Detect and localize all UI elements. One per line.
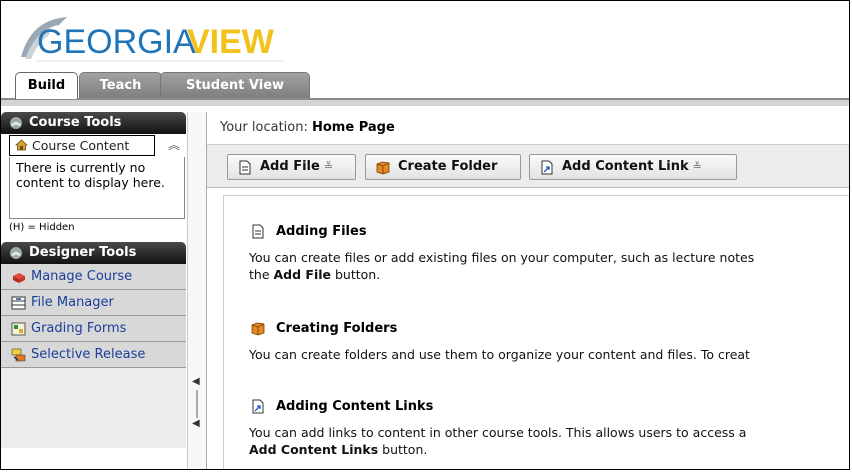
add-file-label: Add File [260, 159, 320, 174]
collapse-left-icon[interactable]: ◀ [192, 376, 200, 387]
course-tools-title: Course Tools [29, 115, 122, 130]
app-window: GEORGIA VIEW Build Teach Student View ︽ … [0, 0, 850, 470]
sidebar-splitter[interactable]: ◀ ◀ [187, 112, 206, 469]
breadcrumb-current: Home Page [312, 120, 395, 135]
sidebar-item-file-manager[interactable]: File Manager [1, 290, 186, 316]
tab-build[interactable]: Build [15, 72, 78, 99]
sidebar-item-label: File Manager [31, 295, 114, 310]
sidebar: ︽ Course Tools Course Content ︽ There is… [1, 112, 186, 469]
section-title: Adding Content Links [249, 398, 746, 416]
dropdown-icon[interactable]: ≚ [324, 160, 333, 173]
file-manager-icon [11, 296, 26, 310]
svg-text:GEORGIA: GEORGIA [37, 23, 196, 61]
body-text: You can add links to content in other co… [249, 425, 747, 440]
section-title: Adding Files [249, 223, 754, 241]
section-title-text: Creating Folders [276, 321, 398, 336]
file-icon [239, 160, 251, 175]
tab-student-view[interactable]: Student View [160, 72, 310, 98]
grading-forms-icon [11, 322, 26, 336]
section-title: Creating Folders [249, 320, 750, 338]
hidden-legend: (H) = Hidden [9, 222, 75, 233]
sidebar-item-label: Grading Forms [31, 321, 127, 336]
sidebar-empty-space [1, 368, 186, 448]
sidebar-item-label: Selective Release [31, 347, 146, 362]
content-link-icon [541, 160, 553, 175]
content-toolbar: Add File ≚ Create Folder Add Content Link… [207, 145, 849, 188]
body-bold: Add Content Links [249, 442, 379, 457]
section-title-text: Adding Content Links [276, 399, 434, 414]
sidebar-item-label: Manage Course [31, 269, 133, 284]
main-content: Your location: Home Page Add File ≚ Creat… [206, 112, 849, 469]
add-content-link-label: Add Content Link [562, 159, 689, 174]
home-icon [15, 139, 28, 151]
file-icon [252, 224, 264, 239]
collapse-left-icon[interactable]: ◀ [192, 418, 200, 429]
section-creating-folders: Creating Folders You can create folders … [249, 320, 750, 363]
svg-text:VIEW: VIEW [187, 23, 275, 61]
breadcrumb-prefix: Your location: [220, 120, 308, 135]
create-folder-button[interactable]: Create Folder [365, 154, 521, 180]
collapse-icon[interactable]: ︽ [10, 247, 22, 259]
help-content: Adding Files You can create files or add… [223, 195, 849, 469]
section-adding-files: Adding Files You can create files or add… [249, 223, 754, 283]
sidebar-item-selective-release[interactable]: Selective Release [1, 342, 186, 368]
manage-course-icon [13, 273, 25, 283]
body-text: the [249, 267, 274, 282]
selective-release-icon [11, 348, 26, 362]
create-folder-label: Create Folder [398, 159, 498, 174]
content-link-icon [252, 399, 264, 414]
designer-tools-header[interactable]: ︽ Designer Tools [1, 242, 186, 264]
add-file-button[interactable]: Add File ≚ [227, 154, 356, 180]
section-body: You can add links to content in other co… [249, 424, 746, 458]
designer-tools-title: Designer Tools [29, 245, 137, 260]
body-text: You can create files or add existing fil… [249, 250, 755, 265]
dropdown-icon[interactable]: ≚ [693, 160, 702, 173]
folder-icon [376, 161, 390, 175]
georgiaview-logo: GEORGIA VIEW [21, 17, 285, 62]
course-content-label: Course Content [32, 138, 130, 153]
course-content-item[interactable]: Course Content [9, 135, 155, 156]
breadcrumb: Your location: Home Page [207, 112, 849, 145]
course-tools-header[interactable]: ︽ Course Tools [1, 112, 186, 134]
section-title-text: Adding Files [276, 224, 367, 239]
add-content-link-button[interactable]: Add Content Link ≚ [529, 154, 737, 180]
section-body: You can create folders and use them to o… [249, 346, 750, 363]
collapse-icon[interactable]: ︽ [10, 117, 22, 129]
body-bold: Add File [273, 267, 332, 282]
body-text: button. [331, 267, 381, 282]
collapse-up-icon[interactable]: ︽ [168, 136, 180, 153]
folder-icon [251, 322, 265, 336]
header-band [1, 100, 849, 106]
section-body: You can create files or add existing fil… [249, 249, 754, 283]
body-text: You can create folders and use them to o… [249, 347, 750, 362]
sidebar-item-grading-forms[interactable]: Grading Forms [1, 316, 186, 342]
sidebar-item-manage-course[interactable]: Manage Course [1, 264, 186, 290]
splitter-grip[interactable] [196, 390, 198, 418]
section-adding-content-links: Adding Content Links You can add links t… [249, 398, 746, 458]
body-text: button. [378, 442, 428, 457]
empty-message: There is currently no content to display… [9, 157, 185, 219]
tab-teach[interactable]: Teach [79, 72, 162, 98]
